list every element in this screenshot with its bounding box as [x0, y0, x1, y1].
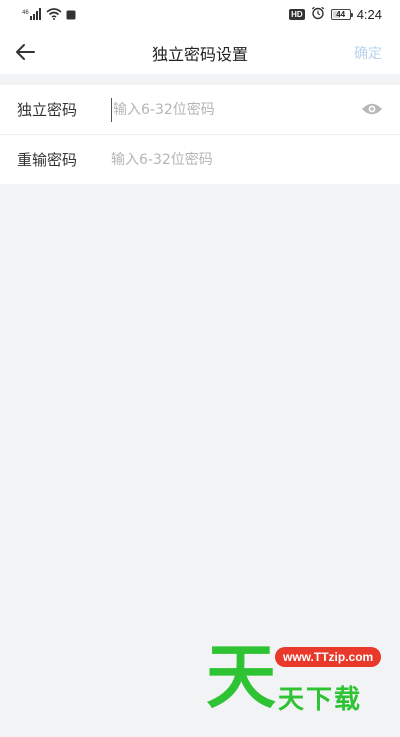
confirm-password-label: 重输密码: [17, 151, 78, 169]
status-left: 46: [22, 7, 76, 21]
status-right: HD 44 4:24: [289, 6, 382, 22]
battery-level: 44: [336, 9, 346, 19]
form-row-password: 独立密码: [0, 85, 400, 134]
watermark-name: 天下载: [278, 685, 363, 715]
hd-icon: HD: [289, 8, 305, 20]
password-form: 独立密码 重输密码: [0, 85, 400, 184]
nav-bar: 独立密码设置 确定: [0, 30, 400, 74]
eye-icon: [362, 103, 382, 115]
battery-icon: 44: [330, 8, 353, 20]
form-row-confirm-password: 重输密码: [0, 134, 400, 184]
status-time: 4:24: [356, 6, 382, 22]
toggle-visibility-button[interactable]: [360, 99, 384, 119]
page-title: 独立密码设置: [151, 45, 248, 64]
confirm-button[interactable]: 确定: [354, 43, 382, 63]
notification-icon: [66, 5, 76, 24]
status-bar: 46 HD 44 4:24: [0, 0, 400, 30]
password-input[interactable]: [111, 97, 400, 122]
watermark-logo-glyph: 天: [206, 636, 276, 718]
confirm-password-input[interactable]: [111, 147, 400, 172]
wifi-icon: [46, 5, 62, 24]
network-type: 46: [22, 10, 29, 16]
password-label: 独立密码: [17, 101, 78, 119]
alarm-icon: [311, 5, 325, 24]
signal-icon: 46: [22, 5, 42, 24]
watermark: 天 www.TTzip.com 天下载: [200, 637, 390, 717]
watermark-url: www.TTzip.com: [275, 647, 382, 667]
